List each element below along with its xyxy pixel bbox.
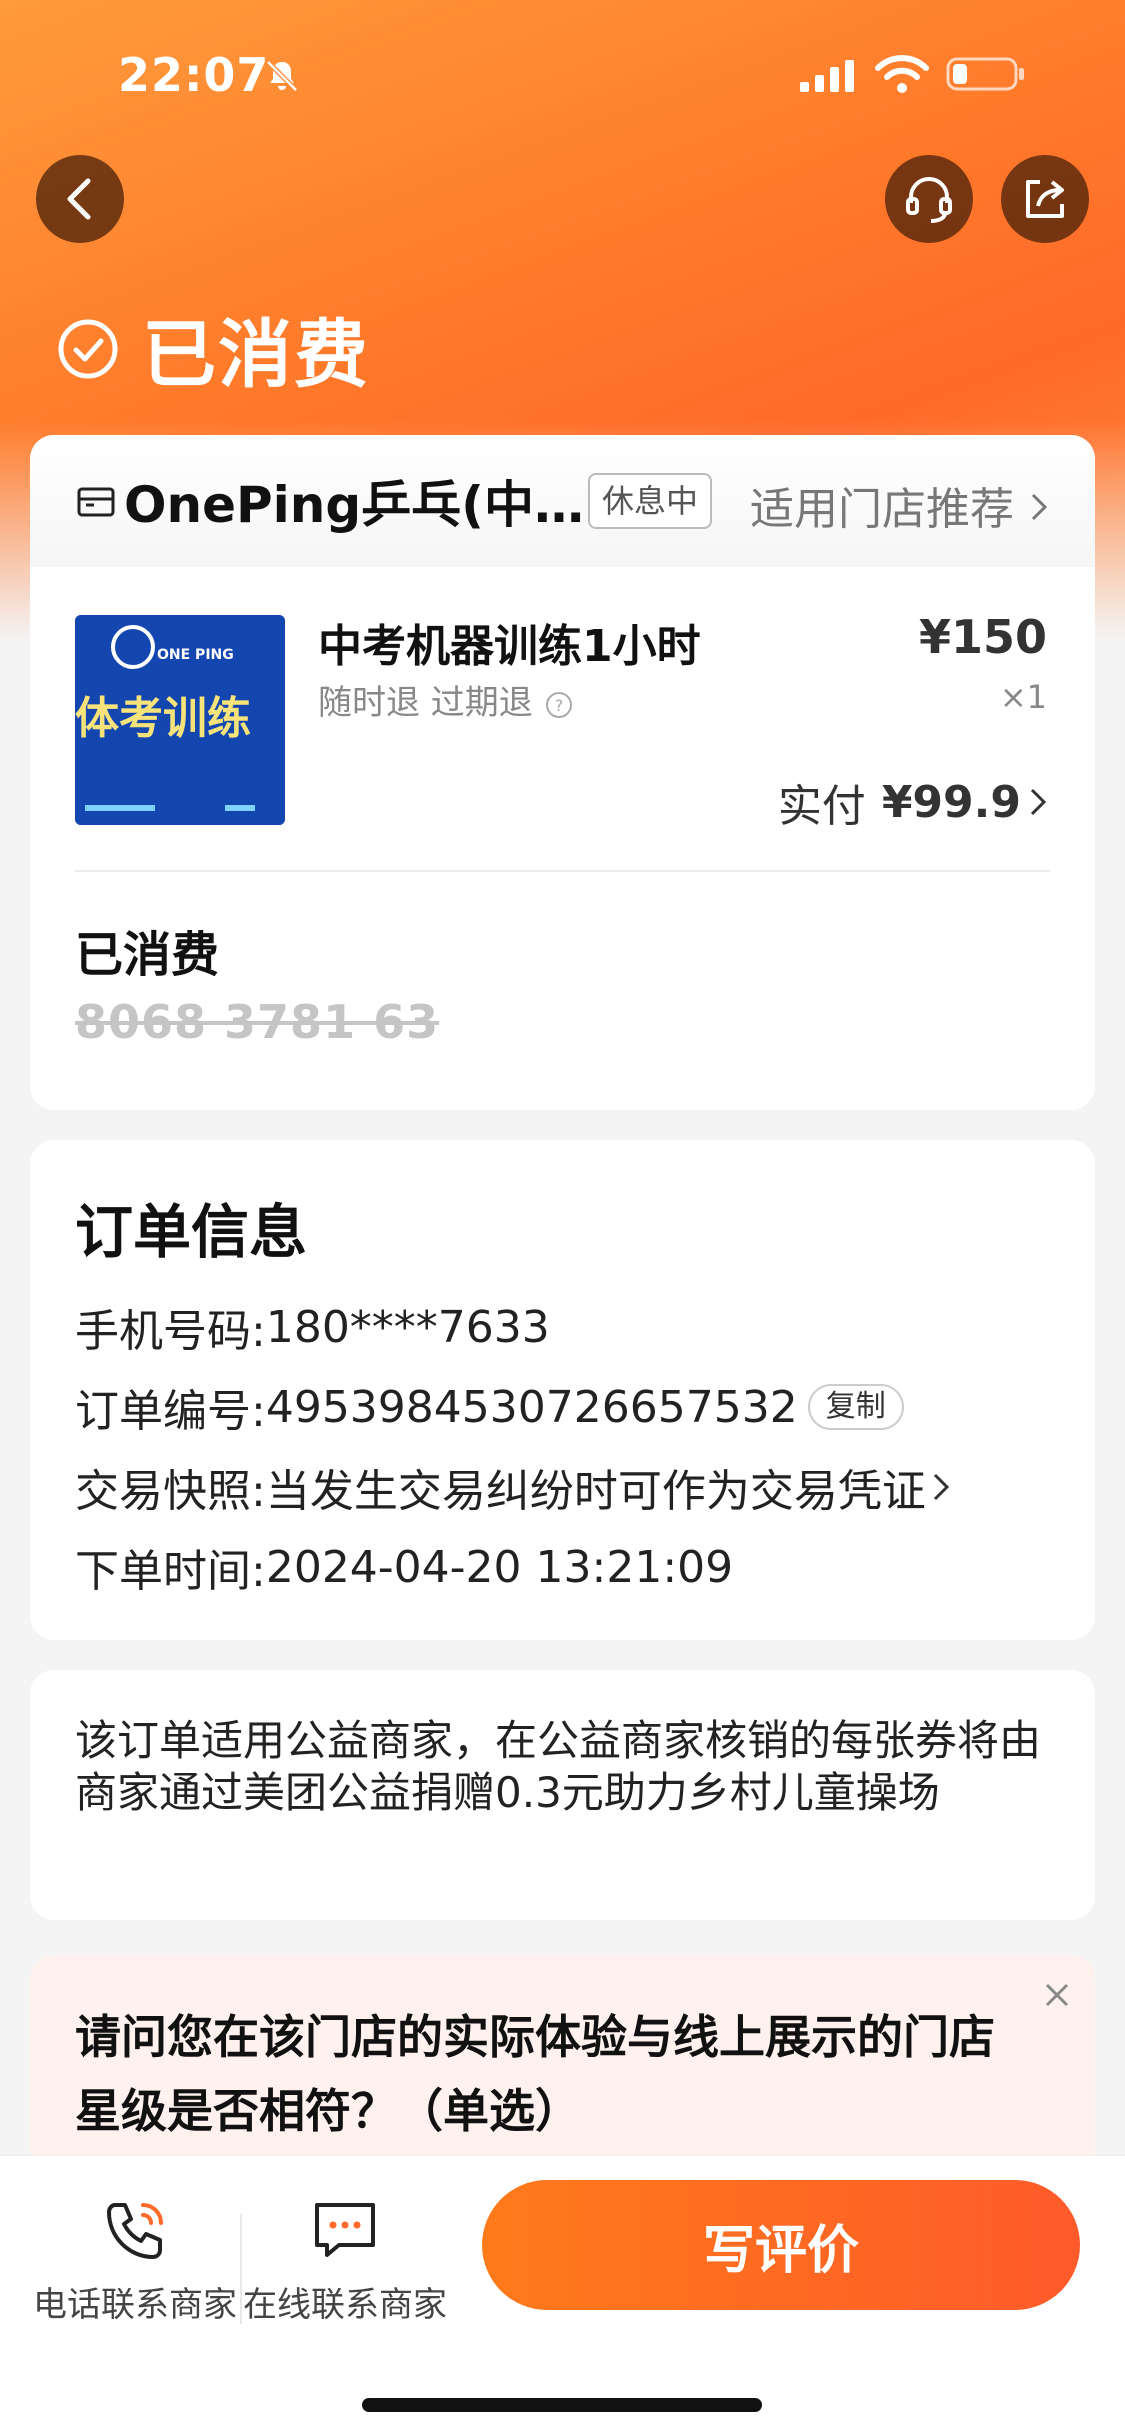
store-icon — [77, 487, 115, 517]
order-number-value: 4953984530726657532 — [265, 1381, 798, 1433]
cellular-signal-icon — [800, 60, 854, 92]
chat-bubble-icon — [315, 2203, 375, 2257]
phone-value: 180****7633 — [265, 1301, 550, 1353]
battery-icon — [946, 57, 1024, 91]
share-icon — [1026, 180, 1064, 218]
store-recommend-label: 适用门店推荐 — [750, 484, 1014, 535]
order-info-card: 订单信息 手机号码: 180****7633 订单编号: 49539845307… — [30, 1140, 1095, 1640]
share-button[interactable] — [1001, 155, 1089, 243]
shop-status-badge: 休息中 — [588, 473, 713, 529]
status-bar: 22:07 — [0, 0, 1125, 140]
product-image[interactable]: ONE PING 体考训练 — [75, 615, 285, 825]
shop-row[interactable]: OnePing乒乓(中… 休息中 适用门店推荐 — [30, 435, 1095, 567]
check-circle-icon — [58, 319, 118, 378]
order-status-title: 已消费 — [142, 312, 370, 398]
order-time-value: 2024-04-20 13:21:09 — [265, 1541, 734, 1593]
snapshot-value: 当发生交易纠纷时可作为交易凭证 — [265, 1466, 926, 1517]
product-refund-tags: 随时退 过期退 ? — [318, 675, 574, 724]
write-review-button[interactable]: 写评价 — [482, 2180, 1080, 2310]
shop-name[interactable]: OnePing乒乓(中… — [124, 465, 584, 537]
order-info-row-snapshot[interactable]: 交易快照: 当发生交易纠纷时可作为交易凭证 — [75, 1455, 952, 1519]
product-title[interactable]: 中考机器训练1小时 — [318, 610, 701, 674]
home-indicator[interactable] — [362, 2398, 762, 2412]
headset-icon — [906, 177, 952, 223]
survey-question: 请问您在该门店的实际体验与线上展示的门店星级是否相符？（单选） — [75, 2010, 995, 2138]
snapshot-label: 交易快照: — [75, 1466, 266, 1517]
product-image-text: 体考训练 — [75, 693, 251, 744]
back-button[interactable] — [36, 155, 124, 243]
help-circle-icon[interactable]: ? — [544, 690, 574, 720]
chevron-right-icon — [1031, 493, 1048, 521]
charity-notice-card: 该订单适用公益商家，在公益商家核销的每张券将由商家通过美团公益捐赠0.3元助力乡… — [30, 1670, 1095, 1920]
chat-merchant-label: 在线联系商家 — [243, 2285, 447, 2325]
product-price: ¥150 — [918, 610, 1047, 664]
order-info-row-phone: 手机号码: 180****7633 — [75, 1295, 550, 1359]
chevron-right-icon — [933, 1473, 949, 1501]
paid-amount-row[interactable]: 实付 ¥99.9 — [778, 770, 1049, 834]
order-product-card: OnePing乒乓(中… 休息中 适用门店推荐 ONE PING 体考训练 中考… — [30, 435, 1095, 1110]
phone-icon — [107, 2203, 163, 2259]
close-icon[interactable] — [1037, 1975, 1077, 2015]
bottom-action-bar: 电话联系商家 在线联系商家 写评价 — [0, 2155, 1125, 2436]
paid-label: 实付 — [777, 781, 866, 832]
copy-button[interactable]: 复制 — [807, 1384, 904, 1430]
customer-service-button[interactable] — [885, 155, 973, 243]
order-time-label: 下单时间: — [75, 1546, 266, 1597]
svg-text:?: ? — [554, 696, 563, 715]
chevron-right-icon — [1030, 788, 1047, 816]
status-time: 22:07 — [118, 48, 270, 102]
voucher-code: 8068 3781 63 — [75, 995, 440, 1049]
voucher-status: 已消费 — [75, 927, 220, 983]
bell-muted-icon — [266, 60, 298, 92]
order-status-header: 已消费 — [56, 295, 370, 402]
paid-amount: ¥99.9 — [881, 776, 1021, 828]
phone-label: 手机号码: — [75, 1306, 266, 1357]
product-quantity: ×1 — [999, 678, 1047, 716]
product-image-logo: ONE PING — [157, 647, 234, 663]
chat-merchant-button[interactable]: 在线联系商家 — [240, 2191, 450, 2326]
divider — [75, 870, 1050, 872]
charity-notice-text: 该订单适用公益商家，在公益商家核销的每张券将由商家通过美团公益捐赠0.3元助力乡… — [75, 1716, 1042, 1817]
refund-tags-text: 随时退 过期退 — [318, 683, 533, 723]
product-image-art: ONE PING 体考训练 — [75, 615, 285, 825]
store-recommend-link[interactable]: 适用门店推荐 — [750, 473, 1050, 537]
order-info-row-number: 订单编号: 4953984530726657532 复制 — [75, 1375, 904, 1439]
wifi-icon — [875, 55, 929, 93]
call-merchant-button[interactable]: 电话联系商家 — [30, 2191, 240, 2326]
call-merchant-label: 电话联系商家 — [33, 2285, 237, 2325]
order-number-label: 订单编号: — [75, 1386, 266, 1437]
order-info-title: 订单信息 — [75, 1198, 308, 1266]
chevron-left-icon — [67, 178, 91, 220]
order-info-row-time: 下单时间: 2024-04-20 13:21:09 — [75, 1535, 733, 1599]
